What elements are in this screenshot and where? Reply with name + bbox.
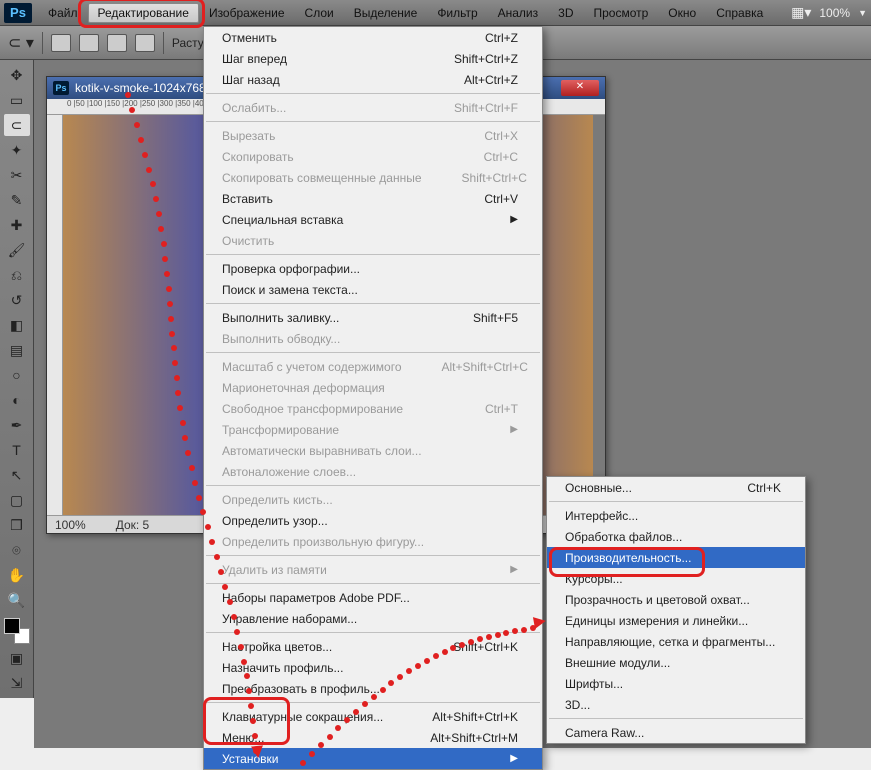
menu-item[interactable]: Установки▶ xyxy=(204,748,542,769)
menu-item[interactable]: Проверка орфографии... xyxy=(204,258,542,279)
menu-window[interactable]: Окно xyxy=(658,3,706,23)
tool-brush[interactable]: 🖌 xyxy=(4,239,30,261)
menu-layers[interactable]: Слои xyxy=(295,3,344,23)
document-title: kotik-v-smoke-1024x768.j... xyxy=(75,81,222,95)
tool-blur[interactable]: ○ xyxy=(4,364,30,386)
menu-item[interactable]: ВставитьCtrl+V xyxy=(204,188,542,209)
screen-mode-toggle-icon[interactable]: ⇲ xyxy=(4,672,30,694)
tool-3d-camera[interactable]: ⌾ xyxy=(4,539,30,561)
menubar: Ps Файл Редактирование Изображение Слои … xyxy=(0,0,871,26)
tool-wand[interactable]: ✦ xyxy=(4,139,30,161)
menu-item[interactable]: Преобразовать в профиль... xyxy=(204,678,542,699)
tool-type[interactable]: T xyxy=(4,439,30,461)
menu-item[interactable]: Производительность... xyxy=(547,547,805,568)
menu-item[interactable]: Обработка файлов... xyxy=(547,526,805,547)
menu-item: Трансформирование▶ xyxy=(204,419,542,440)
menu-item[interactable]: 3D... xyxy=(547,694,805,715)
tool-hand[interactable]: ✋ xyxy=(4,564,30,586)
menu-item[interactable]: Клавиатурные сокращения...Alt+Shift+Ctrl… xyxy=(204,706,542,727)
menu-item: Выполнить обводку... xyxy=(204,328,542,349)
selection-add-icon[interactable] xyxy=(79,34,99,52)
tool-stamp[interactable]: ⎌ xyxy=(4,264,30,286)
tool-marquee[interactable]: ▭ xyxy=(4,89,30,111)
tool-crop[interactable]: ✂ xyxy=(4,164,30,186)
menu-item[interactable]: Прозрачность и цветовой охват... xyxy=(547,589,805,610)
quick-mask-icon[interactable]: ▣ xyxy=(4,647,30,669)
menu-item[interactable]: Единицы измерения и линейки... xyxy=(547,610,805,631)
doc-zoom[interactable]: 100% xyxy=(55,518,86,532)
tool-dodge[interactable]: ◐ xyxy=(4,389,30,411)
menu-help[interactable]: Справка xyxy=(706,3,773,23)
selection-new-icon[interactable] xyxy=(51,34,71,52)
menu-item[interactable]: Выполнить заливку...Shift+F5 xyxy=(204,307,542,328)
menu-3d[interactable]: 3D xyxy=(548,3,583,23)
menu-file[interactable]: Файл xyxy=(38,3,88,23)
ruler-vertical xyxy=(47,115,63,515)
menu-item[interactable]: Назначить профиль... xyxy=(204,657,542,678)
tool-path[interactable]: ↖ xyxy=(4,464,30,486)
menu-item[interactable]: Шрифты... xyxy=(547,673,805,694)
menu-filter[interactable]: Фильтр xyxy=(427,3,487,23)
tool-history-brush[interactable]: ↺ xyxy=(4,289,30,311)
menu-item[interactable]: Шаг назадAlt+Ctrl+Z xyxy=(204,69,542,90)
menu-item: Скопировать совмещенные данныеShift+Ctrl… xyxy=(204,167,542,188)
menu-item: ВырезатьCtrl+X xyxy=(204,125,542,146)
screen-mode-icon[interactable]: ▦▾ xyxy=(791,4,811,21)
tool-move[interactable]: ✥ xyxy=(4,64,30,86)
menu-item: Автоналожение слоев... xyxy=(204,461,542,482)
menu-select[interactable]: Выделение xyxy=(344,3,428,23)
menu-item[interactable]: Внешние модули... xyxy=(547,652,805,673)
menu-item: Ослабить...Shift+Ctrl+F xyxy=(204,97,542,118)
tool-shape[interactable]: ▢ xyxy=(4,489,30,511)
menu-item[interactable]: Определить узор... xyxy=(204,510,542,531)
menu-view[interactable]: Просмотр xyxy=(583,3,658,23)
menu-item[interactable]: Настройка цветов...Shift+Ctrl+K xyxy=(204,636,542,657)
menu-item: СкопироватьCtrl+C xyxy=(204,146,542,167)
color-swatches[interactable] xyxy=(4,618,30,644)
tool-3d[interactable]: ❒ xyxy=(4,514,30,536)
zoom-level[interactable]: 100% xyxy=(819,6,850,20)
menu-item: Очистить xyxy=(204,230,542,251)
menu-item: Определить кисть... xyxy=(204,489,542,510)
menu-item[interactable]: Интерфейс... xyxy=(547,505,805,526)
tool-lasso[interactable]: ⊂ xyxy=(4,114,30,136)
menu-item[interactable]: Camera Raw... xyxy=(547,722,805,743)
menu-item[interactable]: Управление наборами... xyxy=(204,608,542,629)
selection-intersect-icon[interactable] xyxy=(135,34,155,52)
tool-gradient[interactable]: ▤ xyxy=(4,339,30,361)
menu-item[interactable]: Специальная вставка▶ xyxy=(204,209,542,230)
menu-item: Масштаб с учетом содержимогоAlt+Shift+Ct… xyxy=(204,356,542,377)
close-button[interactable]: ✕ xyxy=(561,80,599,96)
tool-pen[interactable]: ✒ xyxy=(4,414,30,436)
menu-item: Определить произвольную фигуру... xyxy=(204,531,542,552)
chevron-down-icon[interactable]: ▼ xyxy=(858,8,867,18)
menu-item: Удалить из памяти▶ xyxy=(204,559,542,580)
menu-item: Автоматически выравнивать слои... xyxy=(204,440,542,461)
tool-eraser[interactable]: ◧ xyxy=(4,314,30,336)
app-logo: Ps xyxy=(4,3,32,23)
menu-item[interactable]: Наборы параметров Adobe PDF... xyxy=(204,587,542,608)
menu-image[interactable]: Изображение xyxy=(199,3,295,23)
menu-item[interactable]: Шаг впередShift+Ctrl+Z xyxy=(204,48,542,69)
selection-sub-icon[interactable] xyxy=(107,34,127,52)
tool-preset-icon[interactable]: ⊂ ▾ xyxy=(8,33,34,53)
menu-item[interactable]: Поиск и замена текста... xyxy=(204,279,542,300)
tools-panel: ✥ ▭ ⊂ ✦ ✂ ✎ ✚ 🖌 ⎌ ↺ ◧ ▤ ○ ◐ ✒ T ↖ ▢ ❒ ⌾ … xyxy=(0,60,34,698)
preferences-submenu: Основные...Ctrl+K Интерфейс...Обработка ф… xyxy=(546,476,806,744)
menu-item[interactable]: Направляющие, сетка и фрагменты... xyxy=(547,631,805,652)
menu-item: Марионеточная деформация xyxy=(204,377,542,398)
menu-item[interactable]: Меню...Alt+Shift+Ctrl+M xyxy=(204,727,542,748)
tool-heal[interactable]: ✚ xyxy=(4,214,30,236)
menu-item[interactable]: Курсоры... xyxy=(547,568,805,589)
tool-eyedropper[interactable]: ✎ xyxy=(4,189,30,211)
doc-filesize: Док: 5 xyxy=(116,518,150,532)
menu-item[interactable]: ОтменитьCtrl+Z xyxy=(204,27,542,48)
menu-edit[interactable]: Редактирование xyxy=(88,3,199,23)
edit-menu-dropdown: ОтменитьCtrl+ZШаг впередShift+Ctrl+ZШаг … xyxy=(203,26,543,770)
menu-item: Свободное трансформированиеCtrl+T xyxy=(204,398,542,419)
menu-analysis[interactable]: Анализ xyxy=(488,3,549,23)
menu-item[interactable]: Основные...Ctrl+K xyxy=(547,477,805,498)
tool-zoom[interactable]: 🔍 xyxy=(4,589,30,611)
doc-icon: Ps xyxy=(53,81,69,95)
